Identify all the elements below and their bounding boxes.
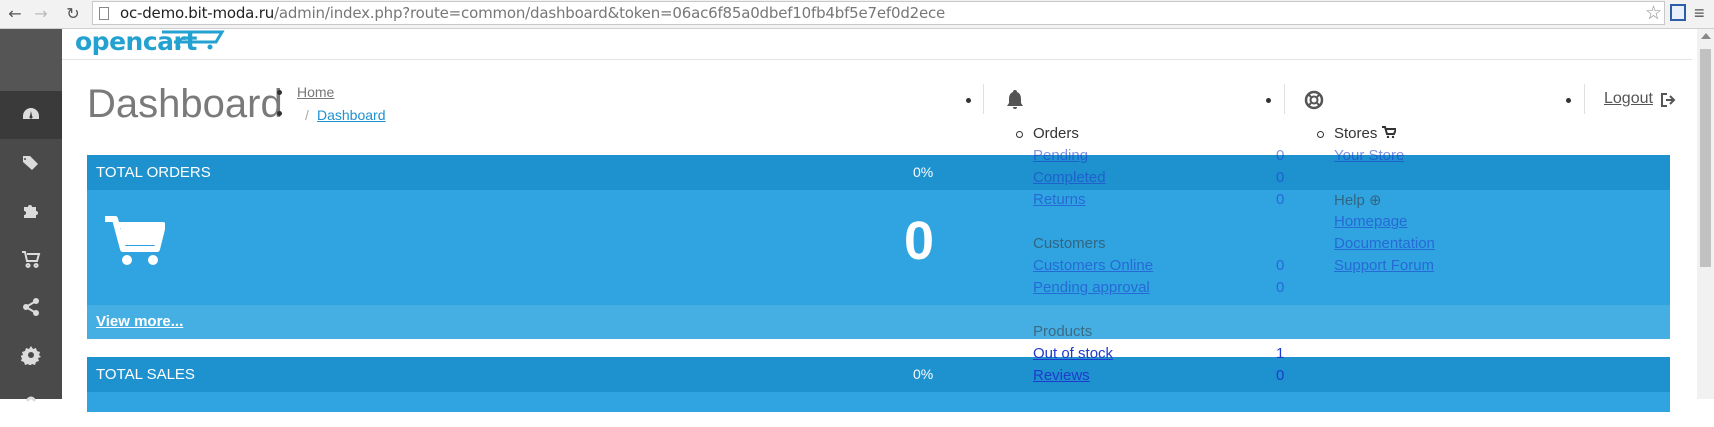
forward-arrow-icon[interactable]: → bbox=[30, 3, 52, 25]
tile-percent: 0% bbox=[913, 366, 934, 382]
sidebar-item-system[interactable] bbox=[0, 331, 62, 379]
help-label: Help ⊕ bbox=[1334, 191, 1382, 209]
sidebar-item-dashboard[interactable] bbox=[0, 91, 62, 139]
support-forum-link[interactable]: Support Forum bbox=[1334, 257, 1434, 274]
logout-link[interactable]: Logout bbox=[1604, 90, 1653, 108]
browser-menu-icon[interactable]: ≡ bbox=[1694, 3, 1705, 23]
products-label: Products bbox=[1033, 323, 1093, 340]
nav-bullet bbox=[966, 98, 971, 103]
page-scrollbar[interactable] bbox=[1697, 29, 1714, 399]
tags-icon bbox=[23, 156, 38, 170]
url-path: /admin/index.php?route=common/dashboard&… bbox=[274, 4, 946, 22]
reviews-link[interactable]: Reviews bbox=[1033, 367, 1090, 384]
pending-approval-link[interactable]: Pending approval bbox=[1033, 279, 1150, 296]
completed-count: 0 bbox=[1276, 169, 1285, 186]
logo-cart-icon bbox=[162, 30, 225, 50]
customers-online-link[interactable]: Customers Online bbox=[1033, 257, 1153, 274]
customers-label: Customers bbox=[1033, 235, 1106, 252]
scroll-up-arrow-icon[interactable] bbox=[1701, 33, 1711, 39]
list-bullet bbox=[277, 111, 282, 116]
url-host: oc-demo.bit-moda.ru bbox=[120, 4, 275, 22]
list-circle bbox=[1317, 131, 1324, 138]
browser-toolbar: ← → ↻ oc-demo.bit-moda.ru/admin/index.ph… bbox=[0, 0, 1714, 29]
returns-count: 0 bbox=[1276, 191, 1285, 208]
stores-label: Stores bbox=[1334, 125, 1398, 142]
shopping-cart-icon bbox=[105, 216, 165, 265]
help-label-text: Help bbox=[1334, 192, 1365, 209]
pending-count: 0 bbox=[1276, 147, 1285, 164]
reviews-count: 0 bbox=[1276, 367, 1285, 384]
reload-icon[interactable]: ↻ bbox=[62, 3, 84, 25]
documentation-link[interactable]: Documentation bbox=[1334, 235, 1435, 252]
nav-separator bbox=[1584, 84, 1585, 114]
reports-icon bbox=[25, 396, 37, 402]
tile-title: TOTAL SALES bbox=[96, 366, 195, 383]
sidebar-item-reports[interactable] bbox=[0, 379, 62, 427]
breadcrumb-separator: / bbox=[305, 107, 309, 123]
tile-title: TOTAL ORDERS bbox=[96, 164, 211, 181]
out-of-stock-count: 1 bbox=[1276, 345, 1285, 362]
cart-icon bbox=[22, 251, 41, 268]
total-sales-tile: TOTAL SALES 0% bbox=[87, 357, 1670, 412]
orders-label: Orders bbox=[1033, 125, 1079, 142]
list-bullet bbox=[277, 90, 282, 95]
dashboard-icon bbox=[23, 108, 39, 119]
nav-bullet bbox=[1566, 98, 1571, 103]
breadcrumb-home[interactable]: Home bbox=[297, 84, 334, 100]
help-life-ring-icon: ⊕ bbox=[1369, 192, 1382, 209]
homepage-link[interactable]: Homepage bbox=[1334, 213, 1407, 230]
sidebar-item-extensions[interactable] bbox=[0, 187, 62, 235]
header-divider bbox=[62, 59, 1692, 60]
breadcrumb-dashboard[interactable]: Dashboard bbox=[317, 107, 386, 123]
tile-header: TOTAL ORDERS 0% bbox=[87, 155, 1670, 190]
url-text[interactable]: oc-demo.bit-moda.ru/admin/index.php?rout… bbox=[120, 4, 945, 22]
tile-header: TOTAL SALES 0% bbox=[87, 357, 1670, 392]
sidebar-item-catalog[interactable] bbox=[0, 139, 62, 187]
sign-out-icon[interactable] bbox=[1660, 92, 1677, 108]
sidebar-header bbox=[0, 29, 62, 91]
stores-label-text: Stores bbox=[1334, 125, 1378, 142]
life-ring-icon[interactable] bbox=[1304, 90, 1324, 110]
gear-icon bbox=[21, 346, 41, 365]
view-more-link[interactable]: View more... bbox=[96, 313, 183, 330]
your-store-link[interactable]: Your Store bbox=[1334, 147, 1404, 164]
pending-approval-count: 0 bbox=[1276, 279, 1285, 296]
puzzle-icon bbox=[24, 205, 38, 218]
nav-separator bbox=[1284, 84, 1285, 114]
back-arrow-icon[interactable]: ← bbox=[4, 3, 26, 25]
nav-bullet bbox=[1266, 98, 1271, 103]
tile-footer: View more... bbox=[87, 305, 1670, 339]
share-icon bbox=[23, 298, 39, 316]
customers-online-count: 0 bbox=[1276, 257, 1285, 274]
list-circle bbox=[1016, 131, 1023, 138]
scrollbar-thumb[interactable] bbox=[1700, 49, 1711, 267]
sidebar bbox=[0, 29, 62, 402]
out-of-stock-link[interactable]: Out of stock bbox=[1033, 345, 1113, 362]
completed-link[interactable]: Completed bbox=[1033, 169, 1106, 186]
nav-separator bbox=[983, 84, 984, 114]
page-title: Dashboard bbox=[87, 82, 283, 126]
bell-icon[interactable] bbox=[1005, 89, 1025, 110]
returns-link[interactable]: Returns bbox=[1033, 191, 1086, 208]
pending-link[interactable]: Pending bbox=[1033, 147, 1088, 164]
bookmark-star-icon[interactable]: ☆ bbox=[1645, 2, 1662, 24]
sidebar-item-marketing[interactable] bbox=[0, 283, 62, 331]
tile-percent: 0% bbox=[913, 164, 934, 180]
tile-body bbox=[87, 392, 1670, 412]
address-bar[interactable]: oc-demo.bit-moda.ru/admin/index.php?rout… bbox=[92, 1, 1665, 25]
page-icon bbox=[99, 7, 109, 20]
extension-icon[interactable] bbox=[1670, 4, 1686, 21]
store-cart-icon bbox=[1381, 126, 1398, 139]
tile-value: 0 bbox=[904, 211, 935, 271]
sidebar-item-sales[interactable] bbox=[0, 235, 62, 283]
